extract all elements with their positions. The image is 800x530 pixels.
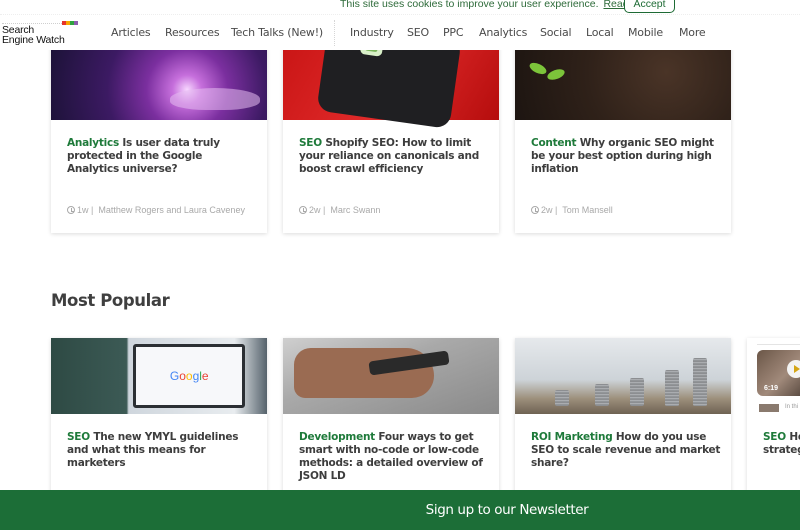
card-divider [757,344,800,345]
popular-card[interactable]: Development Four ways to get smart with … [283,338,499,498]
coin-stack [693,358,707,406]
newsletter-signup-bar[interactable]: Sign up to our Newsletter [0,490,800,530]
article-card[interactable]: Content Why organic SEO might be your be… [515,40,731,233]
thumb-caption: In thi [785,404,799,410]
clock-icon [531,206,539,214]
article-title[interactable]: SEO The new YMYL guidelines and what thi… [67,431,257,470]
video-duration: 6:19 [764,385,779,392]
coin-stack [630,378,644,406]
card-body: Content Why organic SEO might be your be… [531,137,721,176]
nav-divider [334,20,335,46]
coin-stack [665,370,679,406]
nav-articles[interactable]: Articles [111,26,151,39]
google-logo-letter: G [169,369,180,383]
image-leaf-shape [527,60,549,77]
article-category[interactable]: SEO [67,431,90,443]
image-laptop-screen: Google [133,344,246,408]
google-logo-letter: o [179,369,186,383]
article-title[interactable]: ROI Marketing How do you use SEO to scal… [531,431,721,470]
article-category[interactable]: Development [299,431,375,443]
logo-color-strip [62,21,78,25]
article-meta: 2w | Marc Swann [299,205,380,215]
nav-seo[interactable]: SEO [407,26,429,39]
popular-card-partial[interactable]: 6:19 In thi SEO Hostrategy [747,338,800,498]
nav-tech-talks[interactable]: Tech Talks (New!) [231,26,323,39]
article-image [283,338,499,414]
article-age: 2w [541,205,553,215]
card-body: SEO Shopify SEO: How to limit your relia… [299,137,489,176]
article-image [283,40,499,129]
article-author[interactable]: Marc Swann [330,205,380,215]
article-card[interactable]: SEO Shopify SEO: How to limit your relia… [283,40,499,233]
cookie-message: This site uses cookies to improve your u… [340,0,655,10]
coin-stack [555,390,569,406]
nav-ppc[interactable]: PPC [443,26,464,39]
card-body: SEO The new YMYL guidelines and what thi… [67,431,257,470]
logo-line-2: Engine Watch [2,33,65,46]
article-image [515,40,731,120]
article-title-text: Ho [789,431,800,443]
card-body: Analytics Is user data truly protected i… [67,137,257,176]
article-title[interactable]: Development Four ways to get smart with … [299,431,489,483]
image-leaf-shape [546,67,566,82]
nav-mobile[interactable]: Mobile [628,26,663,39]
nav-analytics[interactable]: Analytics [479,26,527,39]
image-hand-shape [169,88,260,110]
cookie-bar: This site uses cookies to improve your u… [0,0,800,13]
thumb-mini [759,404,779,412]
accept-cookies-button[interactable]: Accept [624,0,675,13]
article-category[interactable]: Content [531,137,577,149]
cookie-message-text: This site uses cookies to improve your u… [340,0,599,10]
logo-color-4 [74,21,78,25]
article-meta: 1w | Matthew Rogers and Laura Caveney [67,205,245,215]
nav-local[interactable]: Local [586,26,614,39]
play-icon[interactable] [787,360,800,378]
article-title[interactable]: SEO Shopify SEO: How to limit your relia… [299,137,489,176]
clock-icon [299,206,307,214]
article-author[interactable]: Tom Mansell [562,205,613,215]
google-logo-letter: e [201,369,209,383]
popular-card[interactable]: ROI Marketing How do you use SEO to scal… [515,338,731,498]
article-title-text-line2: strategy [763,444,800,456]
article-title[interactable]: Analytics Is user data truly protected i… [67,137,257,176]
article-age: 1w [77,205,89,215]
card-body: Development Four ways to get smart with … [299,431,489,483]
article-title[interactable]: Content Why organic SEO might be your be… [531,137,721,176]
popular-card[interactable]: Google SEO The new YMYL guidelines and w… [51,338,267,498]
article-image [51,40,267,120]
image-phone-shape [316,40,462,129]
site-logo[interactable]: Search Engine Watch [2,20,78,48]
article-age: 2w [309,205,321,215]
google-logo-letter: o [185,369,193,383]
nav-industry[interactable]: Industry [350,26,394,39]
article-category[interactable]: Analytics [67,137,119,149]
article-title-text: Shopify SEO: How to limit your reliance … [299,137,479,175]
nav-social[interactable]: Social [540,26,572,39]
logo-text: Search Engine Watch [2,25,65,46]
article-image [515,338,731,414]
video-thumbnail[interactable]: 6:19 [757,350,800,396]
card-body: SEO Hostrategy [763,431,800,457]
nav-more[interactable]: More [679,26,706,39]
google-logo-text: Google [136,369,242,383]
newsletter-label[interactable]: Sign up to our Newsletter [0,502,800,518]
section-heading-most-popular: Most Popular [51,291,170,310]
nav-resources[interactable]: Resources [165,26,220,39]
article-category[interactable]: SEO [299,137,322,149]
article-title-text: The new YMYL guidelines and what this me… [67,431,239,469]
article-category[interactable]: ROI Marketing [531,431,613,443]
article-image: Google [51,338,267,414]
card-body: ROI Marketing How do you use SEO to scal… [531,431,721,470]
site-header: Search Engine Watch Articles Resources T… [0,14,800,50]
article-category[interactable]: SEO [763,431,786,443]
article-card[interactable]: Analytics Is user data truly protected i… [51,40,267,233]
article-title[interactable]: SEO Hostrategy [763,431,800,457]
coin-stack [595,384,609,406]
clock-icon [67,206,75,214]
article-meta: 2w | Tom Mansell [531,205,613,215]
article-author[interactable]: Matthew Rogers and Laura Caveney [98,205,245,215]
